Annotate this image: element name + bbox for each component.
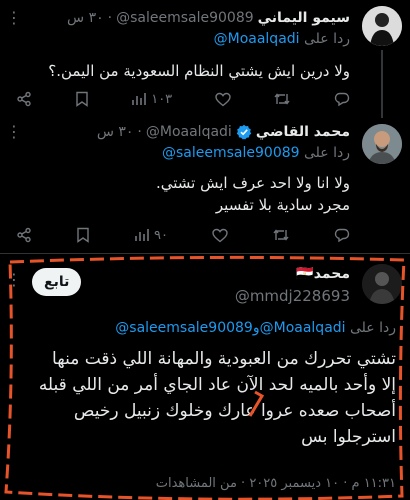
avatar-image <box>362 264 402 304</box>
display-name[interactable]: محمد🇪🇬 <box>296 266 350 282</box>
tweet-header: سيمو اليماني @saleemsale90089 · ٣٠ س <box>10 8 350 28</box>
tweet-header: محمد القاضي @Moaalqadi · ٣٠ س <box>10 122 350 142</box>
tweet-text-line: أصحاب صعده عروا عارك وخلوك زنبيل رخيص <box>73 401 396 421</box>
tweet-text-line: تشتي تحررك من العبودية والمهانة اللي ذقت… <box>52 349 396 369</box>
more-options-icon[interactable]: ⋮ <box>6 270 23 289</box>
replying-to: ردا على @Moaalqadi <box>10 31 350 47</box>
avatar[interactable] <box>362 264 402 304</box>
timestamp[interactable]: ٣٠ س <box>67 10 104 26</box>
heart-icon <box>212 228 228 242</box>
views-icon <box>132 93 147 105</box>
replying-prefix: ردا على <box>350 320 396 336</box>
tweet-text: ولا انا ولا احد عرف ايش تشتي. مجرد سادية… <box>10 172 350 216</box>
reply-button[interactable] <box>334 227 350 243</box>
tweet-text: تشتي تحررك من العبودية والمهانة اللي ذقت… <box>10 346 396 450</box>
retweet-icon <box>273 229 289 241</box>
tweet-1[interactable]: سيمو اليماني @saleemsale90089 · ٣٠ س ⋮ ر… <box>0 0 410 118</box>
tweet-actions: ٩٠ <box>16 224 350 246</box>
more-options-icon[interactable]: ⋮ <box>6 8 23 27</box>
avatar[interactable] <box>362 124 402 164</box>
mention-link[interactable]: @saleemsale90089 <box>162 145 300 161</box>
avatar-image <box>362 6 402 46</box>
views-count: ١٠٣ <box>151 91 173 107</box>
user-handle[interactable]: @mmdj228693 <box>235 287 350 305</box>
avatar[interactable] <box>362 6 402 46</box>
replying-to: ردا على @Moaalqadiو@saleemsale90089 <box>10 320 396 336</box>
verified-badge-icon[interactable] <box>236 124 252 140</box>
tweet-text-line: استرجلوا بس <box>301 427 396 447</box>
heart-icon <box>215 92 231 106</box>
replying-prefix: ردا على <box>304 31 350 47</box>
replying-to: ردا على @saleemsale90089 <box>10 145 350 161</box>
bookmark-button[interactable] <box>76 227 90 243</box>
views-button[interactable]: ١٠٣ <box>131 92 172 107</box>
retweet-button[interactable] <box>272 228 290 242</box>
like-button[interactable] <box>212 228 228 243</box>
tweet-text-line: إلا وأحد بالميه لحد الآن عاد الجاي أمر م… <box>38 375 396 395</box>
retweet-icon <box>274 93 290 105</box>
handle-row: @mmdj228693 <box>110 286 350 306</box>
display-name[interactable]: سيمو اليماني <box>258 10 350 26</box>
retweet-button[interactable] <box>273 92 291 106</box>
avatar-image <box>362 124 402 164</box>
mention-link[interactable]: @Moaalqadi <box>214 31 300 47</box>
reply-icon <box>334 92 350 107</box>
bookmark-button[interactable] <box>75 91 89 107</box>
share-icon <box>17 227 31 243</box>
separator-dot: · <box>107 10 113 26</box>
tweet-text: ولا درين ايش يشتي النظام السعودية من الي… <box>48 62 350 80</box>
thread-line <box>381 50 383 118</box>
bookmark-icon <box>77 227 89 243</box>
views-button[interactable]: ٩٠ <box>134 228 168 243</box>
tweet-footer[interactable]: ١١:٣١ م · ١٠ ديسمبر ٢٠٢٥ · من المشاهدات <box>10 476 396 491</box>
replying-prefix: ردا على <box>304 145 350 161</box>
bookmark-icon <box>75 91 88 107</box>
mention-link[interactable]: @saleemsale90089 <box>115 320 253 336</box>
mention-link[interactable]: @Moaalqadi <box>260 320 346 336</box>
reply-icon <box>334 228 350 243</box>
like-button[interactable] <box>215 92 231 107</box>
share-button[interactable] <box>16 91 32 107</box>
views-icon <box>135 229 149 241</box>
tweet-header: محمد🇪🇬 <box>110 264 350 284</box>
separator-dot: · <box>137 124 142 140</box>
display-name[interactable]: محمد القاضي <box>256 124 350 140</box>
timestamp[interactable]: ٣٠ س <box>97 124 134 140</box>
user-handle[interactable]: @Moaalqadi <box>146 124 232 140</box>
reply-button[interactable] <box>334 91 350 107</box>
tweet-text-line: ولا انا ولا احد عرف ايش تشتي. <box>155 174 350 192</box>
share-button[interactable] <box>16 227 32 243</box>
replying-conjunction: و <box>252 320 260 336</box>
tweet-2[interactable]: محمد القاضي @Moaalqadi · ٣٠ س ⋮ ردا على … <box>0 118 410 252</box>
more-options-icon[interactable]: ⋮ <box>6 122 23 141</box>
share-icon <box>17 91 31 107</box>
user-handle[interactable]: @saleemsale90089 <box>116 10 254 26</box>
tweet-text-line: مجرد سادية بلا تفسير <box>215 196 350 214</box>
follow-button[interactable]: تابع <box>32 268 82 296</box>
tweet-actions: ١٠٣ <box>16 88 350 110</box>
views-count: ٩٠ <box>154 227 168 243</box>
